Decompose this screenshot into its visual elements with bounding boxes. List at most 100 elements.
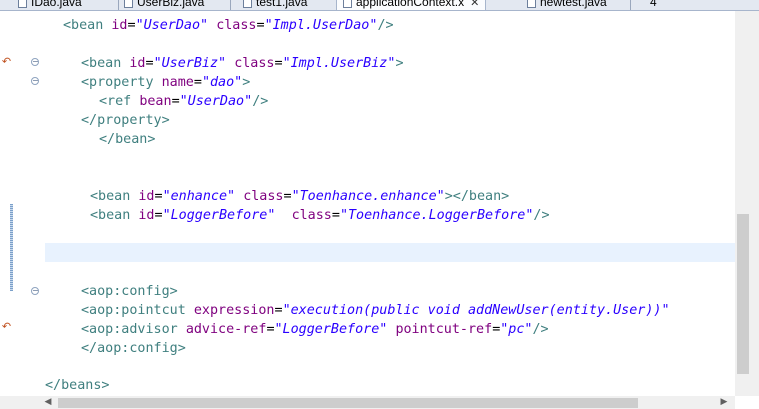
- override-marker-icon[interactable]: ↶: [0, 54, 13, 70]
- code-token-val: "Impl.UserBiz": [282, 56, 396, 71]
- code-token-tag: <bean: [63, 18, 112, 33]
- code-token-tag: />: [533, 208, 550, 223]
- code-line: <aop:advisor advice-ref="LoggerBefore" p…: [81, 320, 549, 339]
- code-token-tag: >: [242, 75, 251, 90]
- code-token-tag: />: [252, 94, 269, 109]
- code-token-tag: </bean>: [99, 132, 156, 147]
- code-token-attr: class: [216, 18, 257, 33]
- code-line: <bean id="UserBiz" class="Impl.UserBiz">: [81, 54, 404, 73]
- tab-label: IDao.java: [31, 0, 82, 9]
- horizontal-scrollbar[interactable]: ◀ ▶: [0, 396, 735, 409]
- code-line: <bean id="LoggerBefore" class="Toenhance…: [90, 206, 550, 225]
- vertical-scrollbar[interactable]: [735, 11, 759, 396]
- code-token-tag: </aop:config>: [81, 341, 186, 356]
- code-token-tag: />: [532, 322, 549, 337]
- code-token-txt: =: [154, 189, 163, 204]
- code-token-txt: =: [274, 56, 283, 71]
- code-token-tag: <aop:advisor: [81, 322, 186, 337]
- fold-toggle-icon[interactable]: −: [31, 58, 39, 66]
- code-token-tag: ></bean>: [444, 189, 510, 204]
- code-token-attr: class: [291, 208, 332, 223]
- quick-diff-change-bar: [10, 204, 13, 291]
- code-line: <aop:config>: [81, 282, 178, 301]
- tab-separator: [630, 0, 631, 10]
- code-token-attr: pointcut-ref: [395, 322, 493, 337]
- tab-label: applicationContext.x: [356, 0, 465, 9]
- scroll-left-icon[interactable]: ◀: [42, 396, 54, 409]
- code-token-val: "LoggerBefore": [274, 322, 388, 337]
- tab-label: newtest.java: [540, 0, 607, 9]
- code-token-val: "LoggerBefore": [162, 208, 276, 223]
- horizontal-scroll-thumb[interactable]: [58, 398, 638, 408]
- fold-toggle-icon[interactable]: −: [31, 77, 39, 85]
- code-token-attr: class: [243, 189, 284, 204]
- code-token-tag: <bean: [81, 56, 130, 71]
- code-token-attr: expression: [193, 303, 275, 318]
- code-token-attr: advice-ref: [185, 322, 267, 337]
- vertical-scroll-thumb[interactable]: [737, 214, 749, 374]
- tab-test1[interactable]: test1.java: [243, 0, 307, 10]
- code-token-val: "pc": [500, 322, 533, 337]
- tab-separator: [118, 0, 119, 10]
- code-token-tag: </property>: [81, 113, 170, 128]
- code-line: <property name="dao">: [81, 73, 250, 92]
- code-token-tag: <aop:pointcut: [81, 303, 194, 318]
- code-token-txt: =: [127, 18, 136, 33]
- tab-userbiz[interactable]: UserBiz.java: [124, 0, 204, 10]
- code-token-tag: <bean: [90, 208, 139, 223]
- code-token-txt: =: [193, 75, 202, 90]
- code-token-attr: class: [234, 56, 275, 71]
- code-token-val: "UserDao": [135, 18, 209, 33]
- code-line: </aop:config>: [81, 339, 186, 358]
- code-token-val: "execution(public void addNewUser(entity…: [282, 303, 670, 318]
- code-token-txt: =: [283, 189, 292, 204]
- code-token-txt: =: [145, 56, 154, 71]
- code-token-txt: =: [331, 208, 340, 223]
- code-token-attr: id: [129, 56, 146, 71]
- tab-applicationcontext[interactable]: applicationContext.x ✕: [336, 0, 487, 10]
- tab-separator: [230, 0, 231, 10]
- tab-newtest[interactable]: newtest.java: [527, 0, 607, 10]
- java-file-icon: [243, 0, 252, 9]
- code-token-attr: id: [138, 208, 155, 223]
- code-token-tag: >: [395, 56, 404, 71]
- code-token-val: "dao": [201, 75, 243, 90]
- java-file-icon: [527, 0, 536, 9]
- tab-label: UserBiz.java: [137, 0, 205, 9]
- code-token-tag: </beans>: [45, 378, 110, 393]
- java-file-icon: [124, 0, 133, 9]
- code-line: <bean id="UserDao" class="Impl.UserDao"/…: [63, 16, 394, 35]
- code-token-attr: bean: [139, 94, 172, 109]
- code-line: <bean id="enhance" class="Toenhance.enha…: [90, 187, 509, 206]
- editor-gutter: ↶ ↶: [0, 11, 13, 396]
- code-token-val: "UserBiz": [153, 56, 227, 71]
- fold-toggle-icon[interactable]: −: [31, 287, 39, 295]
- editor-tab-bar: IDao.java UserBiz.java test1.java applic…: [0, 0, 759, 11]
- override-marker-icon[interactable]: ↶: [0, 319, 13, 335]
- tab-idao[interactable]: IDao.java: [18, 0, 82, 10]
- code-line: <aop:pointcut expression="execution(publ…: [81, 301, 670, 320]
- code-token-val: "Toenhance.LoggerBefore": [339, 208, 534, 223]
- xml-file-icon: [343, 0, 352, 9]
- code-line: </bean>: [99, 130, 155, 149]
- code-token-txt: =: [274, 303, 283, 318]
- scroll-right-icon[interactable]: ▶: [718, 396, 730, 409]
- code-token-txt: =: [154, 208, 163, 223]
- code-token-txt: =: [266, 322, 275, 337]
- code-line: </property>: [81, 111, 170, 130]
- code-token-val: "Impl.UserDao": [264, 18, 378, 33]
- code-token-tag: <aop:config>: [81, 284, 178, 299]
- code-token-txt: =: [256, 18, 265, 33]
- xml-editor[interactable]: <bean id="UserDao" class="Impl.UserDao"/…: [45, 11, 735, 396]
- code-token-attr: id: [138, 189, 155, 204]
- code-token-tag: <property: [81, 75, 162, 90]
- tab-overflow-count[interactable]: 4: [650, 0, 657, 10]
- code-token-val: "enhance": [162, 189, 236, 204]
- code-token-tag: />: [377, 18, 394, 33]
- code-token-tag: <bean: [90, 189, 139, 204]
- close-tab-icon[interactable]: ✕: [470, 0, 479, 9]
